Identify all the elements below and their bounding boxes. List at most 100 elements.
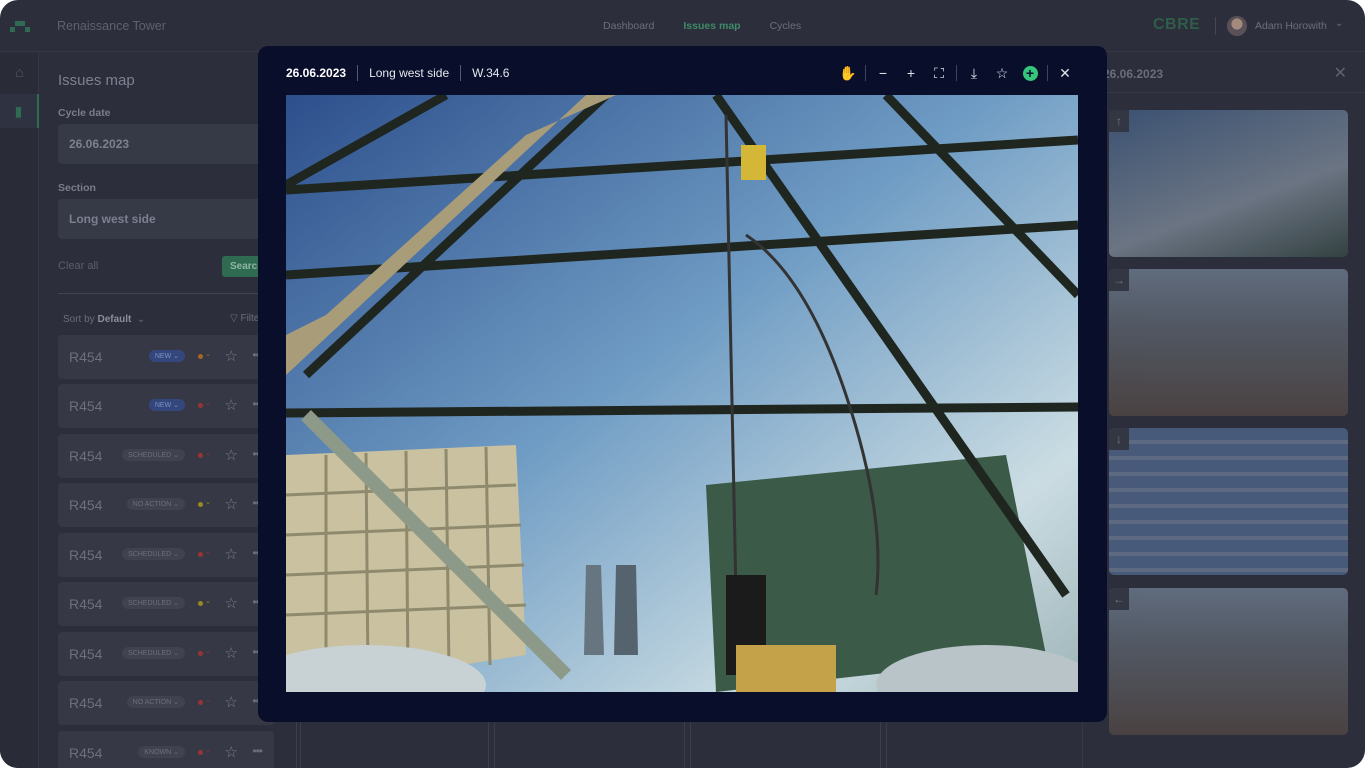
priority-dot[interactable]	[198, 601, 203, 606]
arrow-up-icon: ↑	[1109, 110, 1129, 132]
more-icon[interactable]: •••	[252, 744, 263, 758]
hand-icon[interactable]: ✋	[834, 63, 862, 83]
priority-dot[interactable]	[198, 750, 203, 755]
priority-dot[interactable]	[198, 700, 203, 705]
section-label: Section	[58, 182, 96, 194]
thumbnail-up[interactable]: ↑	[1109, 110, 1348, 257]
status-badge[interactable]: SCHEDULED ⌄	[122, 597, 185, 609]
status-badge[interactable]: SCHEDULED ⌄	[122, 548, 185, 560]
arrow-left-icon: ←	[1109, 588, 1129, 610]
photo-viewer-modal: 26.06.2023 Long west side W.34.6 ✋ − + ⛶…	[258, 46, 1107, 722]
cycle-date-input[interactable]: 26.06.2023	[58, 124, 273, 164]
thumbnail-right[interactable]: →	[1109, 269, 1348, 416]
status-badge[interactable]: KNOWN ⌄	[138, 746, 185, 758]
issue-list-item[interactable]: R454 SCHEDULED ⌄ ⌄ ☆ •••	[58, 632, 274, 676]
zoom-out-icon[interactable]: −	[869, 63, 897, 83]
home-icon[interactable]: ⌂	[0, 55, 39, 89]
sort-dropdown[interactable]: Sort by Default ⌄	[63, 314, 145, 325]
priority-dot[interactable]	[198, 651, 203, 656]
issue-code: R454	[69, 596, 103, 612]
thumbnail-down[interactable]: ↓	[1109, 428, 1348, 575]
status-badge[interactable]: NEW ⌄	[148, 350, 185, 362]
star-icon[interactable]: ☆	[225, 594, 238, 612]
map-columns	[290, 720, 1080, 768]
issue-list-item[interactable]: R454 NEW ⌄ ⌄ ☆ •••	[58, 335, 274, 379]
status-label: NO ACTION	[132, 501, 172, 508]
issue-list-item[interactable]: R454 NEW ⌄ ⌄ ☆ •••	[58, 384, 274, 428]
close-icon[interactable]: ✕	[1051, 63, 1079, 83]
issue-code: R454	[69, 448, 103, 464]
sort-value: Default	[97, 314, 132, 325]
priority-dot[interactable]	[198, 552, 203, 557]
star-icon[interactable]: ☆	[225, 495, 238, 513]
star-icon[interactable]: ☆	[225, 347, 238, 365]
chevron-down-icon[interactable]: ⌄	[205, 647, 211, 655]
chevron-down-icon[interactable]: ⌄	[205, 498, 211, 506]
star-icon[interactable]: ☆	[225, 446, 238, 464]
close-icon[interactable]: ✕	[1334, 63, 1347, 83]
viewer-toolbar: ✋ − + ⛶ ⤓ ☆ + ✕	[834, 63, 1079, 83]
issue-list-item[interactable]: R454 SCHEDULED ⌄ ⌄ ☆ •••	[58, 434, 274, 478]
star-icon[interactable]: ☆	[225, 545, 238, 563]
chevron-down-icon[interactable]: ⌄	[205, 449, 211, 457]
clear-all-link[interactable]: Clear all	[58, 260, 98, 272]
photo-section: Long west side	[369, 66, 450, 80]
nav-dashboard[interactable]: Dashboard	[603, 20, 654, 32]
issues-sidebar: Issues map Cycle date 26.06.2023 Section…	[40, 53, 290, 768]
divider	[58, 293, 290, 294]
thumbnail-left[interactable]: ←	[1109, 588, 1348, 735]
download-icon[interactable]: ⤓	[960, 63, 988, 83]
app-title: Renaissance Tower	[57, 19, 166, 33]
inspection-photo[interactable]	[286, 95, 1078, 692]
star-icon[interactable]: ☆	[225, 693, 238, 711]
panel-date: 26.06.2023	[1103, 67, 1164, 81]
building-icon[interactable]: ▮	[0, 94, 39, 128]
status-badge[interactable]: NO ACTION ⌄	[126, 498, 185, 510]
photo-location: W.34.6	[472, 66, 510, 80]
divider	[1215, 17, 1216, 35]
priority-dot[interactable]	[198, 453, 203, 458]
chevron-down-icon[interactable]: ⌄	[205, 746, 211, 754]
chevron-down-icon[interactable]: ⌄	[205, 548, 211, 556]
nav-cycles[interactable]: Cycles	[770, 20, 802, 32]
issue-code: R454	[69, 646, 103, 662]
arrow-down-icon: ↓	[1109, 428, 1129, 450]
user-name[interactable]: Adam Horowith	[1255, 20, 1327, 32]
avatar[interactable]	[1227, 16, 1247, 36]
status-badge[interactable]: NO ACTION ⌄	[126, 696, 185, 708]
star-icon[interactable]: ☆	[225, 396, 238, 414]
nav-issues-map[interactable]: Issues map	[683, 20, 740, 32]
priority-dot[interactable]	[198, 403, 203, 408]
status-badge[interactable]: SCHEDULED ⌄	[122, 647, 185, 659]
photo-side-panel: 26.06.2023 ✕ ↑ → ↓ ←	[1082, 53, 1365, 768]
photo-image	[286, 95, 1078, 692]
issue-list-item[interactable]: R454 KNOWN ⌄ ⌄ ☆ •••	[58, 731, 274, 768]
issue-list-item[interactable]: R454 SCHEDULED ⌄ ⌄ ☆ •••	[58, 582, 274, 626]
section-select[interactable]: Long west side	[58, 199, 273, 239]
icon-rail: ⌂ ▮	[0, 53, 39, 768]
chevron-down-icon[interactable]: ⌄	[205, 696, 211, 704]
issue-list-item[interactable]: R454 SCHEDULED ⌄ ⌄ ☆ •••	[58, 533, 274, 577]
chevron-down-icon[interactable]: ⌄	[205, 597, 211, 605]
add-icon[interactable]: +	[1016, 63, 1044, 83]
chevron-down-icon[interactable]: ⌄	[1335, 18, 1343, 29]
zoom-in-icon[interactable]: +	[897, 63, 925, 83]
issue-list-item[interactable]: R454 NO ACTION ⌄ ⌄ ☆ •••	[58, 483, 274, 527]
star-icon[interactable]: ☆	[988, 63, 1016, 83]
app-logo-icon	[10, 21, 30, 32]
fullscreen-icon[interactable]: ⛶	[925, 63, 953, 83]
chevron-down-icon[interactable]: ⌄	[205, 350, 211, 358]
status-label: SCHEDULED	[128, 650, 172, 657]
star-icon[interactable]: ☆	[225, 644, 238, 662]
issue-list-item[interactable]: R454 NO ACTION ⌄ ⌄ ☆ •••	[58, 681, 274, 725]
chevron-down-icon[interactable]: ⌄	[205, 399, 211, 407]
priority-dot[interactable]	[198, 354, 203, 359]
status-badge[interactable]: SCHEDULED ⌄	[122, 449, 185, 461]
star-icon[interactable]: ☆	[225, 743, 238, 761]
brand-logo: CBRE	[1153, 16, 1201, 33]
top-bar: Renaissance Tower Dashboard Issues map C…	[0, 0, 1365, 52]
issue-code: R454	[69, 349, 103, 365]
photo-date: 26.06.2023	[286, 66, 347, 80]
status-badge[interactable]: NEW ⌄	[148, 399, 185, 411]
priority-dot[interactable]	[198, 502, 203, 507]
